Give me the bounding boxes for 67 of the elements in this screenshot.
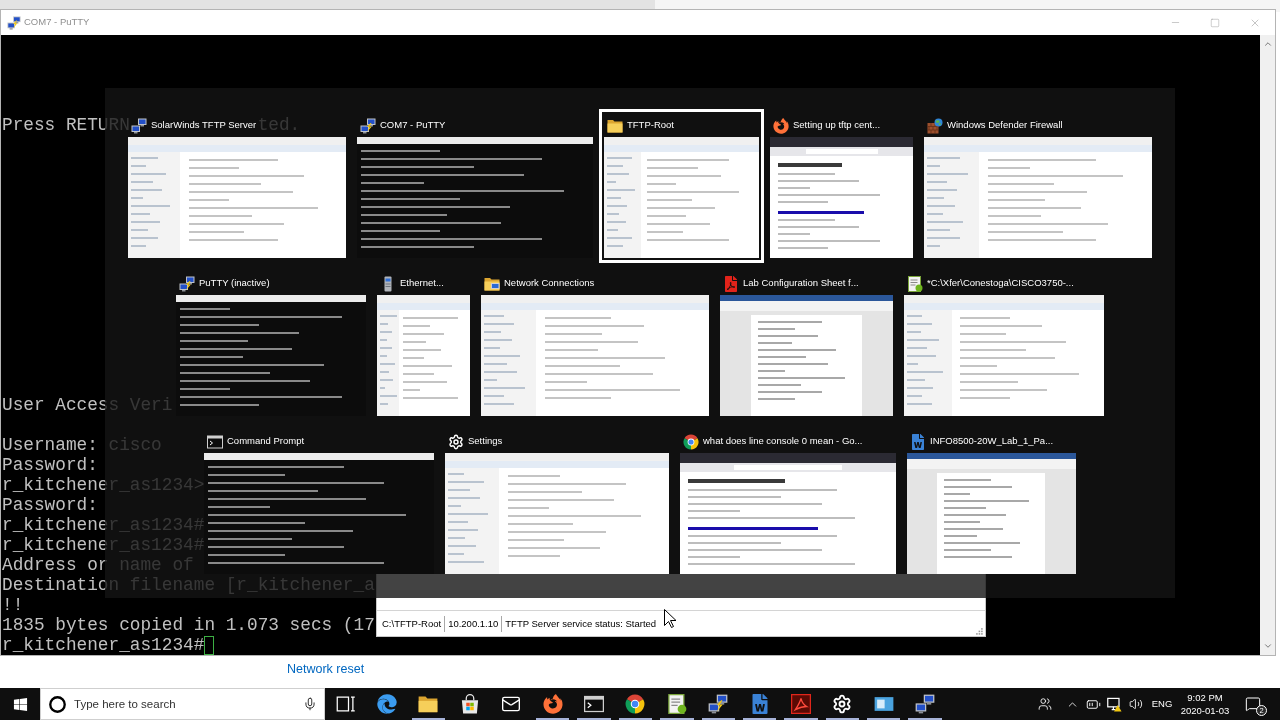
microphone-icon: [303, 697, 317, 711]
scrollbar[interactable]: [1260, 35, 1275, 655]
computers-icon: [915, 694, 936, 714]
window-item[interactable]: *C:\Xfer\Conestoga\CISCO3750-...: [899, 267, 1109, 421]
window-item[interactable]: Ethernet...: [372, 267, 475, 421]
brick-wall-globe-icon: [927, 117, 943, 134]
shopping-bag-icon: [459, 694, 480, 714]
window-item[interactable]: Command Prompt: [199, 425, 439, 579]
window-item[interactable]: COM7 - PuTTY: [352, 109, 598, 263]
firefox-icon: [773, 117, 789, 134]
terminal-text: Password:: [2, 455, 98, 475]
word-icon: [910, 433, 926, 450]
chevron-down-icon[interactable]: [1262, 641, 1273, 651]
chrome-icon: [625, 694, 646, 714]
notepad-icon: [666, 694, 687, 714]
computers-bolt-icon: [360, 117, 376, 134]
chevron-up-icon[interactable]: [1262, 39, 1273, 49]
pdf-icon: [791, 694, 811, 714]
folder-icon: [607, 117, 623, 134]
settings-icon: [448, 433, 464, 450]
volume-icon: [1129, 697, 1143, 711]
network-reset-link[interactable]: Network reset: [287, 662, 365, 676]
chrome-icon: [683, 433, 699, 450]
computers-bolt-icon: [179, 275, 195, 292]
folder-icon: [418, 694, 439, 714]
window-item[interactable]: Network Connections: [476, 267, 714, 421]
terminal-text: Password:: [2, 495, 98, 515]
terminal-text: r_kitchener_as1234#: [2, 635, 205, 655]
window-item[interactable]: what does line console 0 mean - Go...: [675, 425, 901, 579]
edge-icon: [377, 694, 398, 714]
people-icon: [1038, 697, 1052, 711]
notification-icon: [1245, 696, 1261, 712]
monitor-warning-icon: [1106, 696, 1122, 712]
terminal-text: !!: [2, 595, 24, 615]
pdf-icon: [723, 275, 739, 292]
window-item[interactable]: Windows Defender Firewall: [919, 109, 1157, 263]
computers-icon: [131, 117, 147, 134]
computers-bolt-icon: [7, 15, 21, 30]
terminal-icon: [584, 694, 605, 714]
status-text: TFTP Server service status: Started: [501, 615, 660, 632]
cursor-block-icon: [204, 635, 215, 655]
notepad-icon: [907, 275, 923, 292]
windows-logo-icon: [12, 696, 28, 712]
mail-icon: [501, 694, 522, 714]
size-grip-icon: [973, 625, 983, 635]
task-view-icon: [335, 694, 356, 714]
window-item[interactable]: Lab Configuration Sheet f...: [715, 267, 898, 421]
firefox-icon: [542, 694, 563, 714]
window-item[interactable]: INFO8500-20W_Lab_1_Pa...: [902, 425, 1081, 579]
status-text: 10.200.1.10: [444, 615, 502, 632]
window-item[interactable]: Setting up tftp cent...: [765, 109, 918, 263]
maximize-icon: [1210, 17, 1220, 28]
ring-icon: [49, 695, 66, 713]
app-window-icon: [873, 694, 894, 714]
window-item[interactable]: PuTTY (inactive): [171, 267, 371, 421]
folder-monitor-icon: [484, 275, 500, 292]
settings-icon: [832, 694, 853, 714]
search-field[interactable]: Type here to search: [40, 688, 325, 720]
terminal-text: 1835 bytes copied in 1.073 secs (17: [2, 615, 375, 635]
terminal-icon: [207, 433, 223, 450]
computers-bolt-icon: [708, 694, 729, 714]
window-title: COM7 - PuTTY: [24, 15, 90, 30]
status-text: C:\TFTP-Root: [381, 616, 443, 631]
language-button[interactable]: ENG: [1147, 688, 1177, 720]
clock-button[interactable]: 9:02 PM 2020-01-03: [1177, 688, 1233, 720]
window-item[interactable]: TFTP-Root: [599, 109, 764, 263]
window-item[interactable]: Settings: [440, 425, 674, 579]
